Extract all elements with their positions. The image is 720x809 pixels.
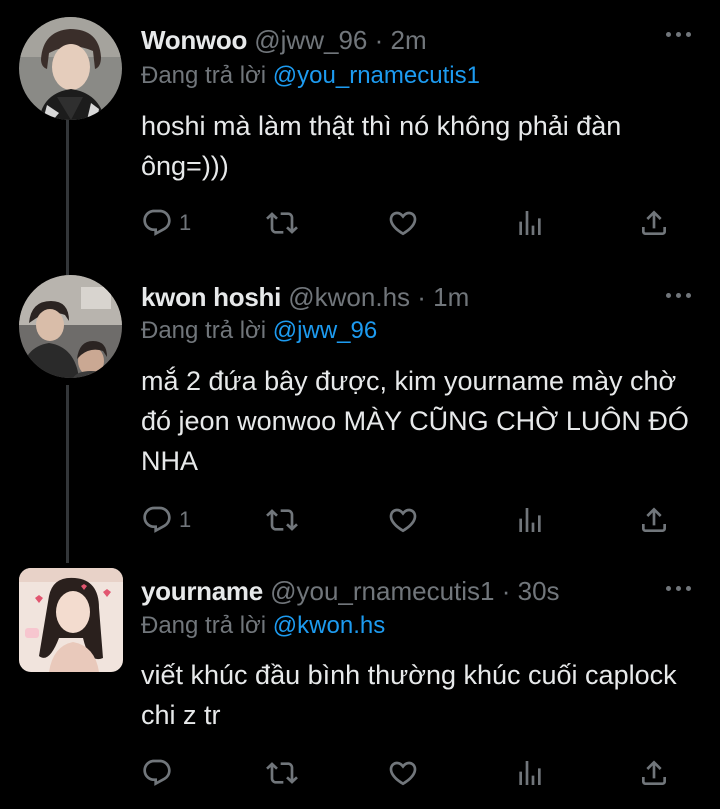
timestamp[interactable]: 2m <box>391 25 427 55</box>
tweet-actions: 1 <box>141 205 681 241</box>
tweet-header: yourname @you_rnamecutis1 · 30s <box>141 575 560 607</box>
retweet-button[interactable] <box>266 502 298 538</box>
mention-link[interactable]: @jww_96 <box>273 317 377 344</box>
reply-button[interactable]: 1 <box>141 502 191 538</box>
mention-link[interactable]: @you_rnamecutis1 <box>273 62 480 89</box>
retweet-icon <box>266 504 298 536</box>
more-options-icon[interactable] <box>666 584 692 594</box>
retweet-button[interactable] <box>266 755 298 791</box>
avatar[interactable] <box>19 17 122 120</box>
retweet-button[interactable] <box>266 205 298 241</box>
like-button[interactable] <box>387 205 419 241</box>
reply-icon <box>141 757 173 789</box>
separator: · <box>374 25 384 55</box>
display-name[interactable]: kwon hoshi <box>141 282 281 312</box>
share-button[interactable] <box>638 205 670 241</box>
reply-icon <box>141 207 173 239</box>
share-icon <box>638 207 670 239</box>
views-button[interactable] <box>514 755 546 791</box>
tweet[interactable]: kwon hoshi @kwon.hs · 1m Đang trả lời @j… <box>0 275 720 565</box>
avatar[interactable] <box>19 275 122 378</box>
avatar[interactable] <box>19 568 123 672</box>
replying-to-label: Đang trả lời <box>141 612 267 639</box>
more-options-icon[interactable] <box>666 291 692 301</box>
views-icon <box>514 207 546 239</box>
views-icon <box>514 504 546 536</box>
user-handle[interactable]: @jww_96 <box>254 25 367 55</box>
retweet-icon <box>266 207 298 239</box>
reply-button[interactable] <box>141 755 179 791</box>
tweet-actions <box>141 755 681 791</box>
share-icon <box>638 504 670 536</box>
tweet-text: viết khúc đầu bình thường khúc cuối capl… <box>141 660 677 730</box>
share-button[interactable] <box>638 502 670 538</box>
separator: · <box>501 576 511 606</box>
more-options-icon[interactable] <box>666 30 692 40</box>
mention-link[interactable]: @kwon.hs <box>273 612 385 639</box>
tweet-text: mắ 2 đứa bây được, kim yourname mày chờ … <box>141 366 689 476</box>
user-handle[interactable]: @you_rnamecutis1 <box>270 576 494 606</box>
share-icon <box>638 757 670 789</box>
like-button[interactable] <box>387 502 419 538</box>
reply-count: 1 <box>179 507 192 532</box>
views-button[interactable] <box>514 502 546 538</box>
display-name[interactable]: yourname <box>141 576 263 606</box>
timestamp[interactable]: 1m <box>433 282 469 312</box>
replying-to: Đang trả lời @jww_96 <box>141 315 377 347</box>
user-handle[interactable]: @kwon.hs <box>288 282 410 312</box>
tweet[interactable]: Wonwoo @jww_96 · 2m Đang trả lời @you_rn… <box>0 0 720 275</box>
like-icon <box>387 207 419 239</box>
tweet-header: Wonwoo @jww_96 · 2m <box>141 24 427 56</box>
tweet-header: kwon hoshi @kwon.hs · 1m <box>141 281 469 313</box>
tweet-actions: 1 <box>141 502 681 538</box>
like-icon <box>387 757 419 789</box>
replying-to: Đang trả lời @kwon.hs <box>141 610 385 642</box>
replying-to-label: Đang trả lời <box>141 62 267 89</box>
tweet-text: hoshi mà làm thật thì nó không phải đàn … <box>141 111 622 181</box>
separator: · <box>417 282 426 312</box>
reply-icon <box>141 504 173 536</box>
replying-to: Đang trả lời @you_rnamecutis1 <box>141 60 480 92</box>
retweet-icon <box>266 757 298 789</box>
tweet[interactable]: yourname @you_rnamecutis1 · 30s Đang trả… <box>0 565 720 809</box>
like-icon <box>387 504 419 536</box>
views-button[interactable] <box>514 205 546 241</box>
replying-to-label: Đang trả lời <box>141 317 267 344</box>
reply-button[interactable]: 1 <box>141 205 191 241</box>
timestamp[interactable]: 30s <box>518 576 560 606</box>
like-button[interactable] <box>387 755 419 791</box>
reply-count: 1 <box>179 210 192 235</box>
views-icon <box>514 757 546 789</box>
share-button[interactable] <box>638 755 670 791</box>
display-name[interactable]: Wonwoo <box>141 25 247 55</box>
